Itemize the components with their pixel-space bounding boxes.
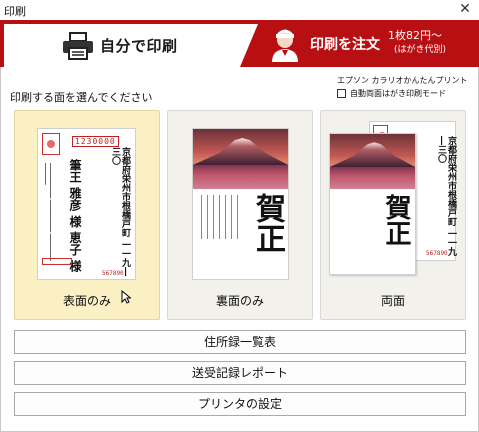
text-line bbox=[330, 254, 415, 294]
print-panel: 印刷する面を選んでください エプソン カラリオかんたんプリント 自動両面はがき印… bbox=[0, 67, 479, 432]
text-line bbox=[213, 195, 214, 239]
close-icon[interactable]: ✕ bbox=[457, 1, 473, 17]
card-both-sides[interactable]: 京都府栄州市根橋戸町 一一九―三〇 567890 賀正 両面 bbox=[320, 110, 466, 320]
card-back-only[interactable]: 賀正 裏面のみ bbox=[167, 110, 313, 320]
text-line bbox=[201, 195, 202, 239]
recipient-address: 京都府栄州市根橋戸町 一一九―三〇 bbox=[436, 136, 456, 257]
instruction-text: 印刷する面を選んでください bbox=[10, 91, 153, 104]
sender-zip: 567890 bbox=[102, 270, 124, 277]
mt-fuji-photo bbox=[330, 134, 415, 189]
card-back-only-label: 裏面のみ bbox=[215, 294, 264, 308]
window-title: 印刷 bbox=[4, 5, 26, 18]
address-side-preview: 1230000 京都府栄州市根橋戸町 一一九―三〇 筆王 雅彦 様 恵子 様 ━… bbox=[37, 128, 136, 280]
text-line bbox=[231, 195, 232, 239]
address-list-button[interactable]: 住所録一覧表 bbox=[14, 330, 466, 354]
staff-person-icon bbox=[272, 29, 298, 62]
card-front-only-label: 表面のみ bbox=[62, 294, 111, 308]
order-price: 1枚82円〜 bbox=[388, 29, 442, 42]
tab-order-print[interactable]: 印刷を注文 1枚82円〜 (はがき代別) bbox=[262, 24, 475, 64]
greeting-calligraphy: 賀正 bbox=[250, 193, 285, 253]
order-price-note: (はがき代別) bbox=[394, 45, 447, 55]
sender-zip: 567890 bbox=[426, 250, 448, 257]
tab-corner bbox=[240, 24, 258, 67]
text-line bbox=[219, 195, 220, 239]
card-front-only[interactable]: 1230000 京都府栄州市根橋戸町 一一九―三〇 筆王 雅彦 様 恵子 様 ━… bbox=[14, 110, 160, 320]
recipient-zip: 1230000 bbox=[72, 136, 119, 147]
mt-fuji-photo bbox=[193, 129, 288, 189]
tab-self-print[interactable]: 自分で印刷 bbox=[4, 24, 258, 67]
text-line bbox=[225, 195, 226, 239]
lottery-box bbox=[42, 258, 72, 265]
tab-strip: 自分で印刷 印刷を注文 1枚82円〜 (はがき代別) bbox=[0, 20, 479, 67]
greeting-calligraphy: 賀正 bbox=[381, 194, 411, 246]
recipient-names: 筆王 雅彦 様 恵子 様 bbox=[68, 159, 82, 272]
title-bar: 印刷 ✕ bbox=[0, 0, 479, 20]
send-receive-report-button[interactable]: 送受記録レポート bbox=[14, 361, 466, 385]
tab-self-print-label: 自分で印刷 bbox=[100, 37, 178, 55]
stamp-icon bbox=[42, 133, 60, 155]
text-line bbox=[237, 195, 238, 239]
printer-settings-button[interactable]: プリンタの設定 bbox=[14, 392, 466, 416]
duplex-mode-checkbox[interactable] bbox=[337, 89, 346, 98]
greeting-side-preview: 賀正 bbox=[192, 128, 289, 280]
recipient-address: 京都府栄州市根橋戸町 一一九―三〇 bbox=[110, 147, 130, 277]
text-line bbox=[207, 195, 208, 239]
duplex-mode-label[interactable]: 自動両面はがき印刷モード bbox=[350, 88, 446, 99]
printer-icon bbox=[63, 32, 93, 60]
mouse-cursor-icon bbox=[121, 290, 131, 304]
greeting-side-preview: 賀正 bbox=[329, 133, 416, 275]
epson-label: エプソン カラリオかんたんプリント bbox=[337, 76, 468, 85]
card-both-sides-label: 両面 bbox=[380, 294, 405, 308]
tab-order-print-label: 印刷を注文 bbox=[310, 37, 380, 53]
